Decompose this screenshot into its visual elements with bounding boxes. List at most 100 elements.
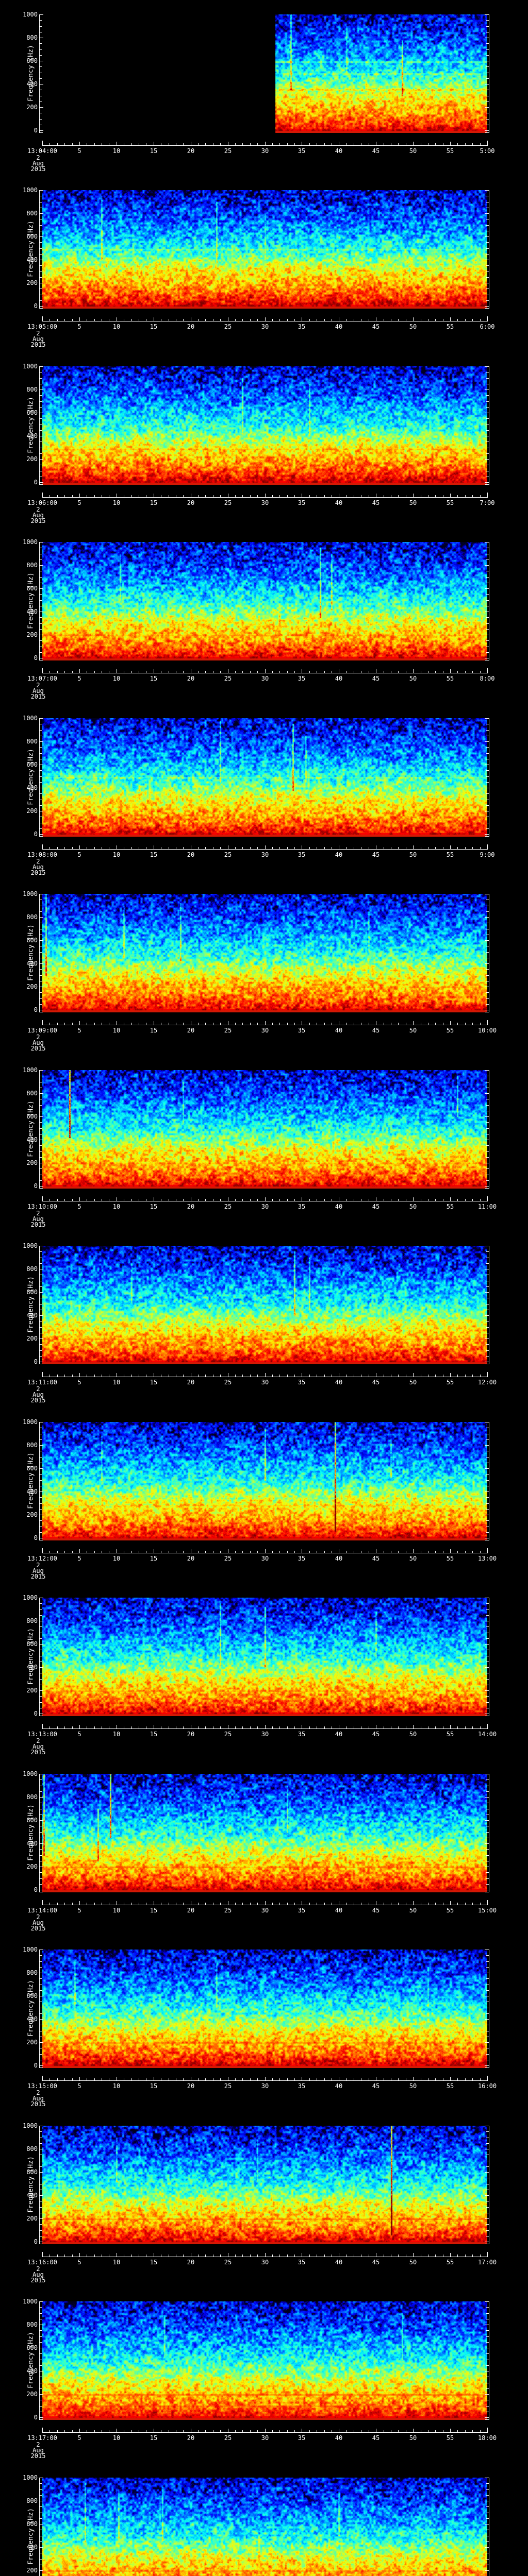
x-minor-tick <box>309 1199 310 1201</box>
x-minor-tick <box>235 2078 236 2080</box>
x-minor-tick <box>94 143 95 145</box>
x-minor-tick <box>250 1903 251 1905</box>
y-major-tick <box>40 1338 43 1339</box>
x-minor-tick <box>250 1726 251 1728</box>
x-minor-tick <box>272 495 273 497</box>
x-minor-tick <box>198 495 199 497</box>
y-minor-tick-right <box>486 577 489 578</box>
x-tick-label: 45 <box>372 1027 380 1034</box>
x-major-tick <box>265 2077 266 2080</box>
x-minor-tick <box>287 2255 288 2257</box>
x-minor-tick <box>220 319 221 321</box>
x-minor-tick <box>457 2078 458 2080</box>
x-tick-label: 25 <box>224 147 232 155</box>
x-major-tick <box>413 2429 414 2432</box>
x-minor-tick <box>457 847 458 849</box>
y-major-tick <box>40 1797 43 1798</box>
y-minor-tick <box>40 969 42 970</box>
x-minor-tick <box>220 1023 221 1025</box>
y-axis-serif <box>39 1188 43 1189</box>
y-tick-label: 800 <box>26 1442 38 1449</box>
y-minor-tick <box>40 55 42 56</box>
x-minor-tick <box>465 2078 466 2080</box>
x-minor-tick <box>272 319 273 321</box>
y-tick-label: 200 <box>26 1335 38 1342</box>
y-minor-tick-right <box>486 747 489 748</box>
x-axis-serif <box>42 493 43 497</box>
x-tick-label: 20 <box>187 2259 195 2266</box>
x-minor-tick <box>72 847 73 849</box>
y-minor-tick <box>40 2054 42 2055</box>
x-minor-tick <box>346 1903 347 1905</box>
y-major-tick <box>40 1292 43 1293</box>
y-minor-tick <box>40 975 42 976</box>
x-major-tick <box>265 1021 266 1025</box>
x-minor-tick <box>198 1903 199 1905</box>
x-major-tick <box>79 494 80 497</box>
y-minor-tick <box>40 1128 42 1129</box>
x-minor-tick <box>72 143 73 145</box>
y-minor-tick <box>40 1696 42 1697</box>
x-axis-serif <box>42 1548 43 1553</box>
y-minor-tick <box>40 828 42 829</box>
x-minor-tick <box>398 671 399 673</box>
x-major-tick <box>79 669 80 673</box>
x-minor-tick <box>398 1726 399 1728</box>
y-tick-label: 600 <box>26 233 38 240</box>
x-tick-label: 30 <box>261 1555 269 1562</box>
x-minor-tick <box>64 1551 65 1553</box>
x-minor-tick <box>480 1903 481 1905</box>
y-minor-tick <box>40 1849 42 1850</box>
y-minor-tick <box>40 1474 42 1475</box>
x-tick-label: 25 <box>224 1555 232 1562</box>
x-tick-label: 40 <box>335 1027 343 1034</box>
x-minor-tick <box>131 847 132 849</box>
y-minor-tick-right <box>486 418 489 419</box>
y-minor-tick <box>40 1626 42 1627</box>
x-minor-tick <box>94 2078 95 2080</box>
y-minor-tick-right <box>486 395 489 396</box>
y-axis-serif <box>39 484 43 485</box>
y-tick-label: 1000 <box>23 1418 38 1426</box>
x-start-time-label: 13:13:00 <box>27 1731 57 1738</box>
y-tick-label: 800 <box>26 210 38 217</box>
x-minor-tick <box>250 847 251 849</box>
x-minor-tick <box>465 143 466 145</box>
x-minor-tick <box>235 1375 236 1377</box>
x-major-tick <box>450 1197 451 1201</box>
x-minor-tick <box>72 1551 73 1553</box>
y-axis-right-serif <box>485 2419 489 2420</box>
y-minor-tick-right <box>486 20 489 21</box>
y-axis-title: Frequency (Hz) <box>27 749 35 805</box>
y-tick-label: 800 <box>26 913 38 921</box>
y-minor-tick <box>40 629 42 630</box>
x-minor-tick <box>457 1903 458 1905</box>
x-minor-tick <box>131 1903 132 1905</box>
y-minor-tick <box>40 2230 42 2231</box>
x-minor-tick <box>324 495 325 497</box>
x-tick-label: 15 <box>150 1027 158 1034</box>
x-minor-tick <box>435 1023 436 1025</box>
spectrogram-panel: Frequency (Hz) 0200400600800100051015202… <box>0 2287 528 2463</box>
spectrogram-panel: Frequency (Hz) 0200400600800100051015202… <box>0 1935 528 2111</box>
y-axis-title: Frequency (Hz) <box>27 1276 35 1333</box>
x-minor-tick <box>465 1726 466 1728</box>
x-date-label: 2015 <box>30 2277 46 2284</box>
y-tick-label: 1000 <box>23 2298 38 2305</box>
y-major-tick-right <box>485 1667 489 1668</box>
y-major-tick-right <box>485 2195 489 2196</box>
spectrogram-panel: Frequency (Hz) 0200400600800100051015202… <box>0 1759 528 1936</box>
x-minor-tick <box>242 1375 243 1377</box>
x-minor-tick <box>287 847 288 849</box>
x-axis-serif <box>487 1020 488 1025</box>
y-major-tick-right <box>485 306 489 307</box>
x-axis-serif <box>487 2076 488 2080</box>
y-major-tick <box>40 2547 43 2548</box>
y-minor-tick <box>40 1480 42 1481</box>
x-minor-tick <box>465 319 466 321</box>
x-minor-tick <box>198 143 199 145</box>
x-minor-tick <box>205 2430 206 2432</box>
x-end-time-label: 12:00 <box>477 1379 497 1386</box>
x-tick-label: 15 <box>150 1379 158 1386</box>
x-minor-tick <box>480 1023 481 1025</box>
